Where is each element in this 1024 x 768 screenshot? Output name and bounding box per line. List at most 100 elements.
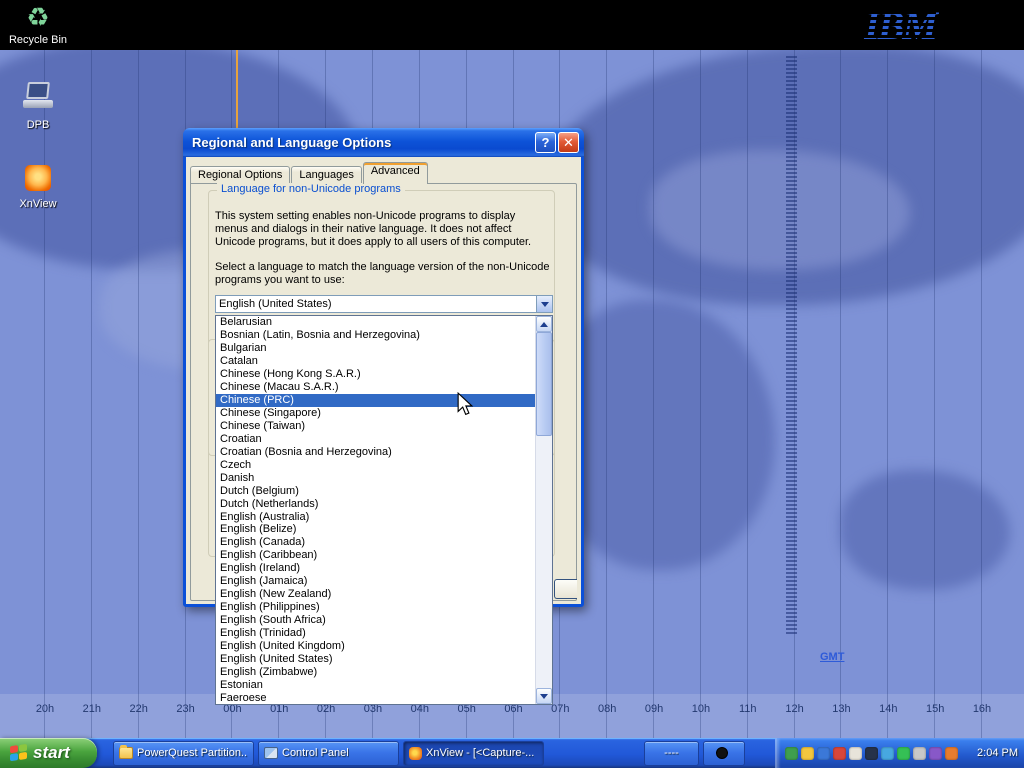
list-item[interactable]: Croatian [216, 432, 535, 445]
network-icon[interactable] [817, 747, 830, 760]
hour-line [44, 50, 45, 740]
list-item[interactable]: Chinese (Macau S.A.R.) [216, 381, 535, 394]
taskbar-clock[interactable]: 2:04 PM [971, 747, 1018, 759]
list-item[interactable]: Belarusian [216, 316, 535, 329]
xnview-shortcut[interactable]: XnView [2, 165, 74, 210]
tray-icon-area [785, 747, 971, 760]
hour-line [887, 50, 888, 740]
update-icon[interactable] [881, 747, 894, 760]
start-button[interactable]: start [0, 738, 97, 768]
recycle-bin-icon: ♻ [2, 2, 74, 32]
task-icon [409, 747, 422, 760]
xnview-label: XnView [2, 198, 74, 210]
list-item[interactable]: English (New Zealand) [216, 588, 535, 601]
dateline-band [786, 56, 797, 636]
tab-strip: Regional Options Languages Advanced [190, 162, 429, 184]
hour-label: 08h [591, 703, 623, 715]
listbox-scrollbar[interactable] [535, 316, 552, 704]
battery-icon[interactable] [913, 747, 926, 760]
task-button[interactable] [703, 741, 745, 766]
hour-label: 22h [123, 703, 155, 715]
list-item[interactable]: English (Belize) [216, 523, 535, 536]
hour-label: 16h [966, 703, 998, 715]
antivirus-icon[interactable] [833, 747, 846, 760]
tab[interactable]: Regional Options [190, 166, 290, 184]
list-item[interactable]: Estonian [216, 678, 535, 691]
list-item[interactable]: Faeroese [216, 691, 535, 704]
dpb-shortcut[interactable]: DPB [2, 82, 74, 131]
task-button-label: PowerQuest Partition... [137, 747, 248, 759]
close-button[interactable]: ✕ [558, 132, 579, 153]
windows-flag-icon [10, 744, 28, 763]
list-item[interactable]: English (United States) [216, 652, 535, 665]
recycle-bin-shortcut[interactable]: ♻ Recycle Bin [2, 2, 74, 46]
messenger-icon[interactable] [897, 747, 910, 760]
help-button[interactable]: ? [535, 132, 556, 153]
task-button[interactable]: Control Panel [258, 741, 399, 766]
list-item[interactable]: Croatian (Bosnia and Herzegovina) [216, 445, 535, 458]
top-band: IBM [0, 0, 1024, 50]
hour-label: 15h [919, 703, 951, 715]
list-item[interactable]: Chinese (PRC) [216, 394, 535, 407]
usb-icon[interactable] [929, 747, 942, 760]
hour-label: 10h [685, 703, 717, 715]
tab[interactable]: Advanced [363, 162, 428, 184]
dialog-button-fragment[interactable] [554, 579, 577, 599]
list-item[interactable]: Czech [216, 458, 535, 471]
scrollbar-thumb[interactable] [536, 332, 552, 436]
list-item[interactable]: Dutch (Netherlands) [216, 497, 535, 510]
hour-line [138, 50, 139, 740]
combobox-value: English (United States) [216, 298, 536, 310]
volume-icon[interactable] [801, 747, 814, 760]
mouse-cursor [456, 392, 474, 421]
list-item[interactable]: Catalan [216, 355, 535, 368]
hour-line [606, 50, 607, 740]
task-icon [716, 747, 728, 759]
task-button[interactable]: XnView - [<Capture-... [403, 741, 544, 766]
task-button[interactable]: PowerQuest Partition... [113, 741, 254, 766]
list-item[interactable]: Bulgarian [216, 342, 535, 355]
task-icon [264, 747, 278, 759]
scrollbar-track[interactable] [536, 332, 552, 688]
list-item[interactable]: English (South Africa) [216, 614, 535, 627]
list-item[interactable]: Dutch (Belgium) [216, 484, 535, 497]
hour-line [840, 50, 841, 740]
tab-label: Languages [299, 169, 353, 181]
ibm-logo: IBM [864, 2, 936, 49]
meridian-line [236, 50, 238, 130]
list-item[interactable]: English (Trinidad) [216, 627, 535, 640]
clipboard-icon[interactable] [849, 747, 862, 760]
scroll-up-button[interactable] [536, 316, 552, 332]
task-button[interactable]: ---- [644, 741, 699, 766]
list-item[interactable]: English (Canada) [216, 536, 535, 549]
task-button-label: ---- [664, 747, 679, 759]
instruction-paragraph: Select a language to match the language … [215, 261, 551, 287]
list-item[interactable]: English (Philippines) [216, 601, 535, 614]
hour-label: 14h [872, 703, 904, 715]
list-item[interactable]: Chinese (Hong Kong S.A.R.) [216, 368, 535, 381]
remove-hardware-icon[interactable] [785, 747, 798, 760]
scroll-down-button[interactable] [536, 688, 552, 704]
list-item[interactable]: English (Ireland) [216, 562, 535, 575]
list-item[interactable]: Chinese (Singapore) [216, 407, 535, 420]
desktop: 20h21h22h23h00h01h02h03h04h05h06h07h08h0… [0, 0, 1024, 768]
list-item[interactable]: English (Australia) [216, 510, 535, 523]
list-item[interactable]: Bosnian (Latin, Bosnia and Herzegovina) [216, 329, 535, 342]
firewall-icon[interactable] [945, 747, 958, 760]
list-item[interactable]: Danish [216, 471, 535, 484]
hour-line [700, 50, 701, 740]
list-item[interactable]: English (Jamaica) [216, 575, 535, 588]
tab[interactable]: Languages [291, 166, 361, 184]
hour-line [981, 50, 982, 740]
list-item[interactable]: English (Caribbean) [216, 549, 535, 562]
combobox-dropdown-button[interactable] [536, 296, 552, 312]
language-combobox[interactable]: English (United States) [215, 295, 553, 313]
dialog-titlebar[interactable]: Regional and Language Options ? ✕ [183, 128, 584, 157]
list-item[interactable]: English (United Kingdom) [216, 639, 535, 652]
hour-line [934, 50, 935, 740]
list-item[interactable]: English (Zimbabwe) [216, 665, 535, 678]
list-item[interactable]: Chinese (Taiwan) [216, 420, 535, 433]
hour-label: 13h [825, 703, 857, 715]
display-icon[interactable] [865, 747, 878, 760]
hour-label: 20h [29, 703, 61, 715]
